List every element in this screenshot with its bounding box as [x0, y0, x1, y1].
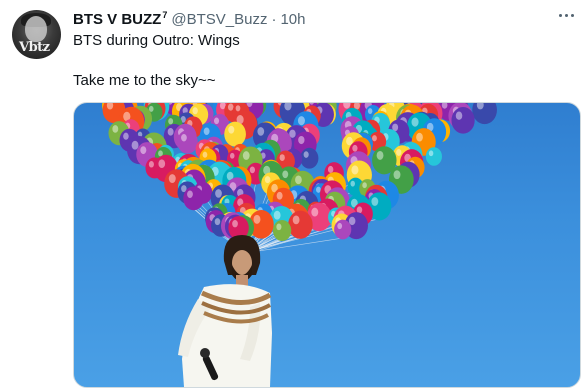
balloon-highlight — [327, 165, 334, 173]
balloon-highlight — [396, 149, 402, 156]
balloon-highlight — [140, 146, 147, 155]
balloon — [224, 121, 246, 147]
balloon — [451, 106, 475, 134]
tweet-header: BTS V BUZZ7 @BTSV_Buzz · 10h — [73, 10, 305, 30]
tweet-text-line-1: BTS during Outro: Wings — [73, 32, 240, 49]
balloon-highlight — [311, 207, 319, 217]
balloon-highlight — [350, 180, 355, 187]
balloon — [334, 219, 352, 240]
balloon-highlight — [376, 151, 384, 160]
balloon-highlight — [337, 222, 343, 230]
balloon-highlight — [279, 154, 285, 161]
balloon-highlight — [372, 135, 377, 142]
user-handle[interactable]: @BTSV_Buzz — [171, 11, 267, 28]
balloon-highlight — [158, 159, 166, 169]
tweet[interactable]: Vbtz BTS V BUZZ7 @BTSV_Buzz · 10h BTS du… — [0, 0, 586, 391]
display-name[interactable]: BTS V BUZZ7 — [73, 10, 167, 28]
tweet-text-line-2: Take me to the sky~~ — [73, 72, 216, 89]
display-name-text[interactable]: BTS V BUZZ — [73, 11, 161, 28]
tweet-media-image[interactable] — [73, 102, 581, 388]
balloon-highlight — [192, 107, 198, 115]
balloon-highlight — [202, 151, 208, 158]
avatar[interactable]: Vbtz — [12, 10, 61, 59]
balloon-highlight — [292, 215, 300, 225]
balloon-highlight — [295, 175, 302, 185]
balloon-highlight — [416, 132, 423, 142]
balloon-highlight — [303, 151, 309, 158]
balloon-highlight — [148, 160, 154, 168]
balloon-highlight — [203, 127, 210, 136]
balloon-highlight — [273, 210, 281, 220]
balloon-highlight — [348, 216, 356, 226]
balloon-cluster — [102, 103, 497, 242]
balloon — [300, 147, 319, 169]
balloon-scene-illustration — [102, 103, 497, 387]
balloon — [425, 147, 442, 166]
balloon-highlight — [227, 103, 234, 111]
display-name-superscript: 7 — [162, 10, 168, 20]
person-figure — [178, 235, 272, 387]
balloon — [472, 103, 497, 125]
balloon-highlight — [276, 191, 283, 200]
balloon-highlight — [411, 117, 419, 127]
avatar-logo-text: Vbtz — [19, 40, 50, 55]
balloon-highlight — [455, 111, 463, 120]
balloon-highlight — [112, 125, 119, 133]
more-dot — [570, 13, 574, 17]
balloon-highlight — [123, 132, 129, 140]
more-horizontal-icon[interactable] — [556, 8, 576, 22]
balloon-highlight — [242, 151, 250, 160]
balloon — [177, 130, 198, 154]
balloon-highlight — [257, 127, 265, 136]
balloon-highlight — [215, 189, 222, 198]
balloon-highlight — [371, 197, 379, 206]
balloon-highlight — [298, 135, 305, 145]
avatar-face-shape — [25, 16, 47, 42]
balloon-highlight — [428, 150, 434, 157]
balloon-highlight — [235, 105, 241, 112]
balloon-highlight — [253, 214, 261, 224]
balloon-highlight — [264, 176, 271, 184]
balloon — [183, 186, 204, 211]
balloon-highlight — [352, 144, 358, 152]
balloon-highlight — [282, 170, 289, 179]
microphone-head — [200, 348, 210, 358]
balloon-highlight — [232, 220, 238, 228]
balloon-highlight — [393, 170, 401, 180]
balloon-highlight — [181, 134, 187, 142]
balloon-highlight — [168, 118, 174, 125]
balloon-highlight — [362, 182, 367, 189]
balloon-highlight — [351, 165, 359, 175]
balloon — [288, 210, 313, 239]
balloon-highlight — [214, 218, 221, 226]
timestamp[interactable]: 10h — [280, 11, 305, 28]
balloon-highlight — [276, 223, 282, 231]
balloon-highlight — [229, 152, 235, 159]
more-dot — [558, 13, 562, 17]
balloon-highlight — [168, 174, 176, 184]
balloon-highlight — [213, 117, 220, 125]
more-dot — [564, 13, 568, 17]
balloon-highlight — [249, 166, 256, 174]
balloon-highlight — [167, 128, 174, 136]
balloon-highlight — [187, 190, 193, 198]
balloon-highlight — [346, 136, 353, 146]
separator-dot: · — [271, 11, 277, 28]
balloon-highlight — [367, 108, 373, 114]
balloon-highlight — [228, 125, 235, 134]
balloon — [272, 219, 292, 242]
balloon-highlight — [297, 116, 305, 126]
balloon-highlight — [131, 140, 139, 150]
